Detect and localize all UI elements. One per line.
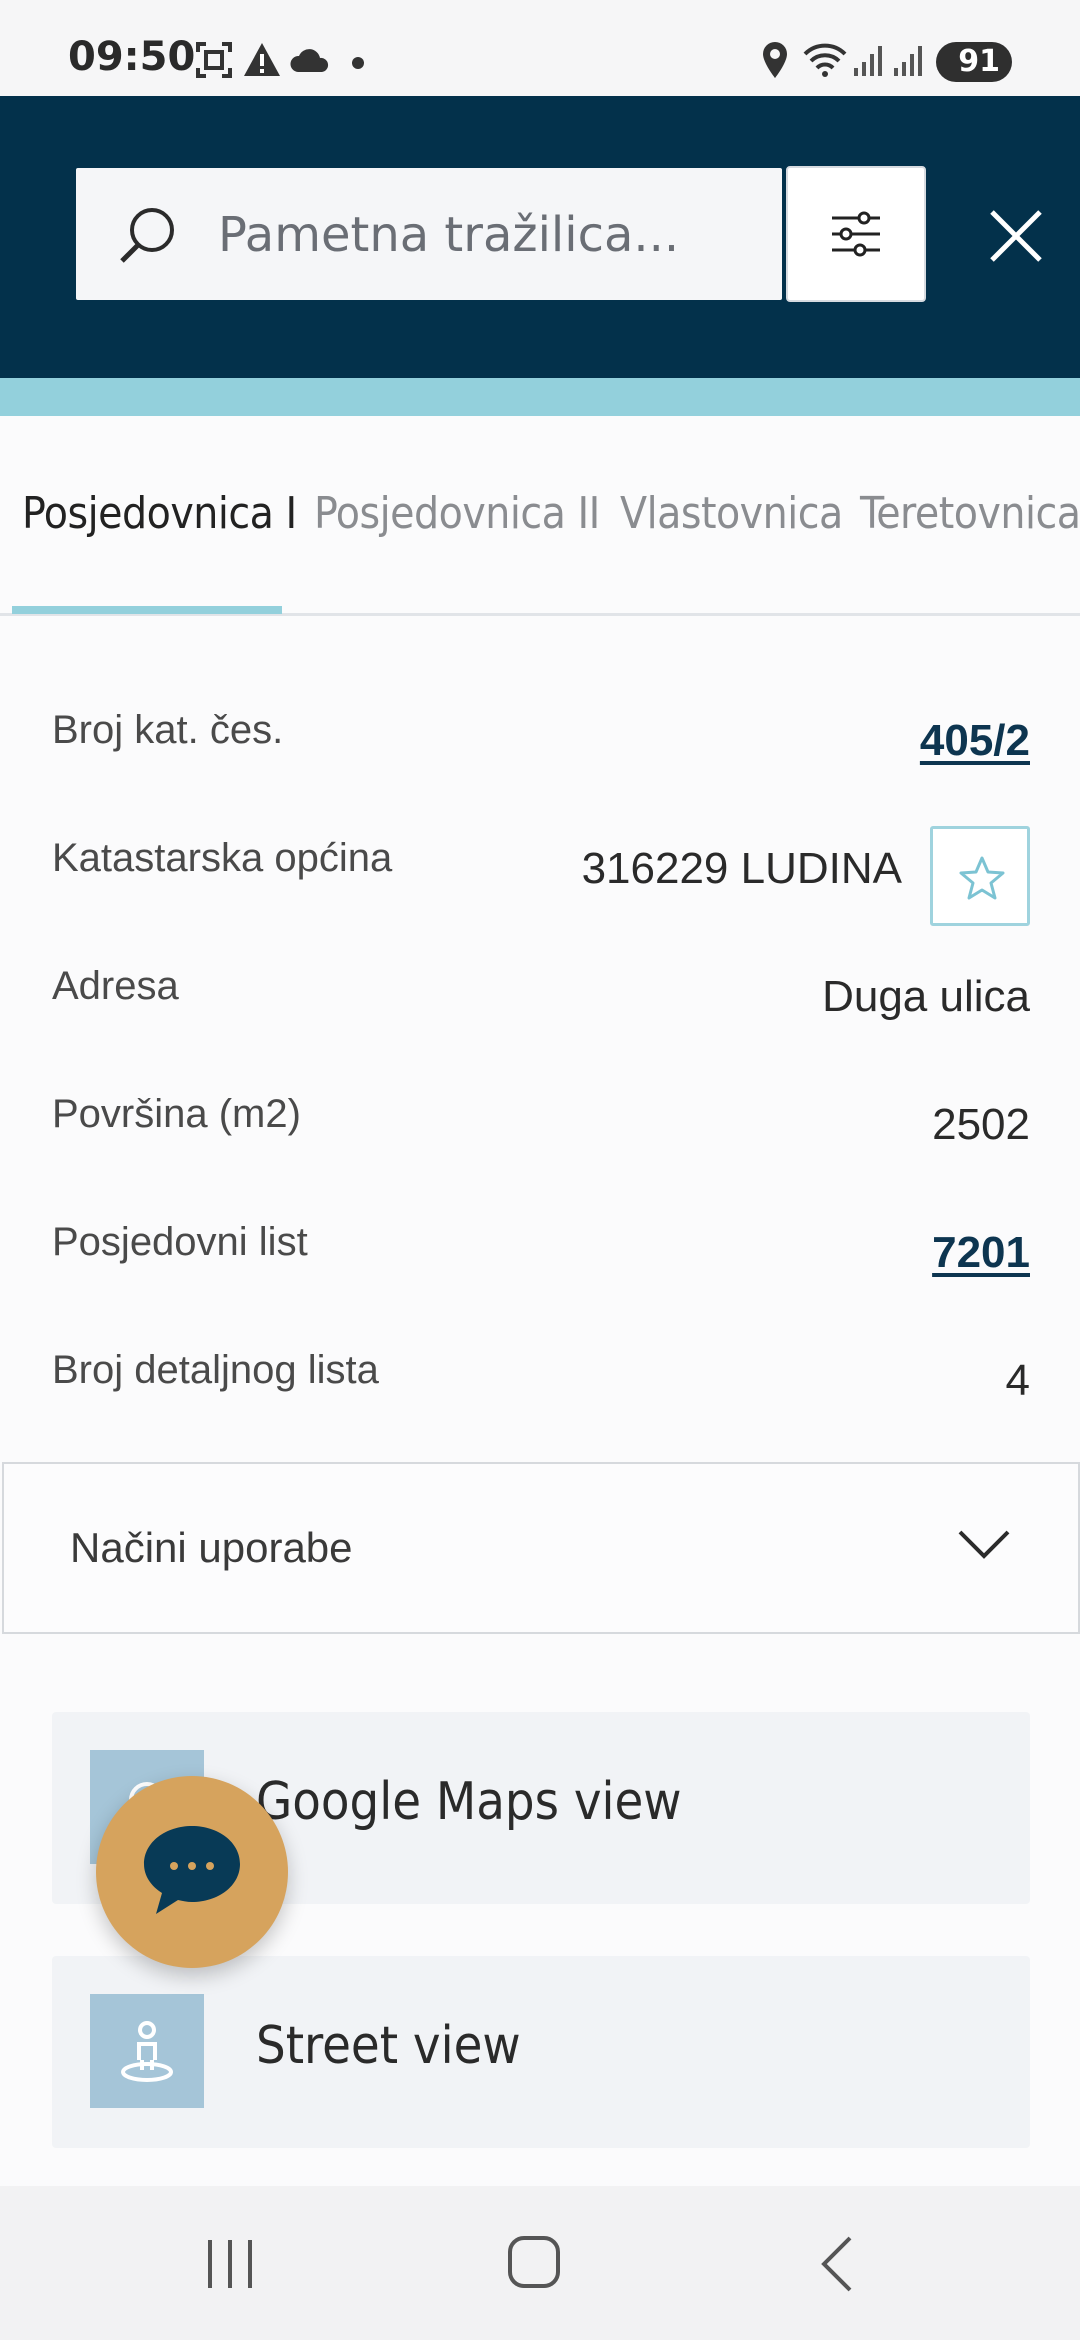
accordion-label: Načini uporabe — [70, 1524, 353, 1571]
detail-row-area: Površina (m2) 2502 — [52, 1092, 1030, 1212]
card-label: Street view — [256, 2016, 521, 2076]
street-view-link[interactable]: Street view — [52, 1956, 1030, 2148]
parcel-number-link[interactable]: 405/2 — [920, 716, 1030, 766]
detail-value: 316229 LUDINA — [581, 844, 902, 893]
star-icon — [959, 855, 1005, 906]
wifi-icon — [802, 40, 848, 85]
tab-teretovnica[interactable]: Teretovnica — [860, 488, 1080, 539]
detail-value: 4 — [1005, 1356, 1030, 1405]
back-icon[interactable] — [816, 2234, 856, 2299]
detail-row-cadastral-municipality: Katastarska općina 316229 LUDINA — [52, 826, 1030, 956]
screenshot-icon — [194, 40, 234, 85]
tab-posjedovnica-1[interactable]: Posjedovnica I — [22, 488, 297, 539]
detail-label: Broj detaljnog lista — [52, 1348, 379, 1392]
detail-row-possession-sheet: Posjedovni list 7201 — [52, 1220, 1030, 1340]
recent-apps-icon[interactable] — [200, 2236, 260, 2297]
accent-strip — [0, 378, 1080, 416]
chat-bubble-icon — [140, 1820, 244, 1925]
usage-accordion[interactable]: Načini uporabe — [2, 1462, 1080, 1634]
detail-row-parcel-number: Broj kat. čes. 405/2 — [52, 708, 1030, 828]
notification-dot-icon — [352, 56, 364, 74]
system-nav-bar — [0, 2186, 1080, 2340]
detail-label: Adresa — [52, 964, 179, 1008]
detail-value: Duga ulica — [822, 972, 1030, 1021]
chat-button[interactable] — [96, 1776, 288, 1968]
location-icon — [760, 40, 790, 85]
detail-label: Broj kat. čes. — [52, 708, 284, 752]
detail-row-address: Adresa Duga ulica — [52, 964, 1030, 1084]
cloud-icon — [288, 40, 332, 85]
tab-posjedovnica-2[interactable]: Posjedovnica II — [314, 488, 600, 539]
status-bar: 09:50 91 — [0, 0, 1080, 96]
search-icon — [116, 202, 180, 271]
close-button[interactable] — [984, 204, 1048, 268]
tab-vlastovnica[interactable]: Vlastovnica — [620, 488, 843, 539]
detail-value: 2502 — [932, 1100, 1030, 1149]
warning-icon — [242, 40, 282, 85]
active-tab-indicator — [12, 606, 282, 614]
tab-bar: Posjedovnica I Posjedovnica II Vlastovni… — [0, 416, 1080, 616]
filter-button[interactable] — [786, 166, 926, 302]
detail-row-detail-sheet-number: Broj detaljnog lista 4 — [52, 1348, 1030, 1468]
sliders-icon — [830, 210, 882, 263]
street-view-icon — [90, 1994, 204, 2108]
detail-label: Katastarska općina — [52, 836, 393, 880]
app-header — [0, 96, 1080, 378]
favorite-button[interactable] — [930, 826, 1030, 926]
card-label: Google Maps view — [256, 1772, 682, 1832]
detail-label: Površina (m2) — [52, 1092, 301, 1136]
close-icon — [984, 210, 1048, 272]
detail-label: Posjedovni list — [52, 1220, 308, 1264]
signal-icon — [852, 40, 886, 85]
possession-sheet-link[interactable]: 7201 — [932, 1228, 1030, 1278]
search-box[interactable] — [76, 168, 782, 302]
status-time: 09:50 — [68, 34, 196, 80]
battery-indicator: 91 — [936, 42, 1012, 82]
search-input[interactable] — [216, 168, 760, 302]
signal-icon-2 — [892, 40, 926, 85]
chevron-down-icon — [956, 1526, 1012, 1567]
home-icon[interactable] — [506, 2234, 562, 2295]
